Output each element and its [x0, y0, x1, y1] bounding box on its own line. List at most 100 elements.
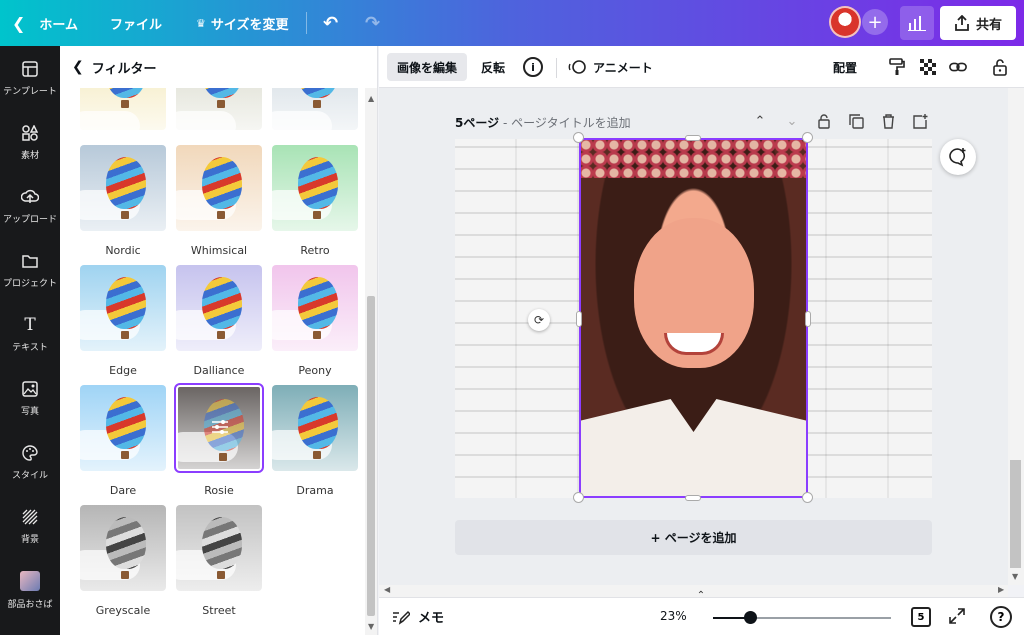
filter-tile[interactable]: Dalliance: [176, 265, 262, 377]
resize-button[interactable]: ♛ サイズを変更: [196, 0, 289, 46]
canvas-scroll-down-arrow-icon[interactable]: ▼: [1012, 572, 1018, 581]
hot-air-balloon-icon: [298, 277, 338, 329]
help-button[interactable]: ?: [990, 606, 1012, 628]
fullscreen-icon[interactable]: [948, 607, 966, 625]
sidebar-item-app[interactable]: 部品おさば: [0, 558, 60, 622]
sidebar-item-projects[interactable]: プロジェクト: [0, 238, 60, 302]
file-menu-button[interactable]: ファイル: [110, 0, 162, 46]
page-up-chevron-icon[interactable]: ⌃: [751, 112, 769, 130]
filter-thumbnail[interactable]: [272, 145, 358, 231]
lock-icon[interactable]: [991, 58, 1009, 76]
help-label: ?: [997, 610, 1005, 624]
resize-handle-top[interactable]: [685, 135, 701, 141]
filter-thumbnail[interactable]: [176, 145, 262, 231]
sidebar-item-label: テキスト: [12, 342, 48, 353]
resize-handle-right[interactable]: [805, 311, 811, 327]
resize-handle-top-right[interactable]: [802, 132, 813, 143]
rotate-icon[interactable]: ⟳: [528, 309, 550, 331]
resize-handle-bottom[interactable]: [685, 495, 701, 501]
duplicate-page-icon[interactable]: [847, 112, 865, 130]
filter-thumbnail[interactable]: [80, 88, 166, 130]
sidebar-item-styles[interactable]: スタイル: [0, 430, 60, 494]
filter-tile[interactable]: Rosie: [174, 383, 264, 497]
collapse-chevron-icon[interactable]: ⌃: [686, 590, 716, 601]
filter-tile[interactable]: Nordic: [80, 145, 166, 257]
share-button[interactable]: 共有: [940, 6, 1016, 40]
sidebar-item-templates[interactable]: テンプレート: [0, 46, 60, 110]
sidebar-item-label: プロジェクト: [2, 278, 57, 289]
resize-handle-top-left[interactable]: [573, 132, 584, 143]
animate-button[interactable]: アニメート: [567, 53, 653, 81]
home-button[interactable]: ❮ ホーム: [12, 0, 78, 46]
link-icon[interactable]: [949, 58, 967, 76]
resize-handle-left[interactable]: [576, 311, 582, 327]
balloon-basket: [121, 451, 129, 459]
canvas-scroll-right-arrow-icon[interactable]: ▶: [998, 585, 1004, 594]
add-page-icon[interactable]: [911, 112, 929, 130]
add-collaborator-button[interactable]: +: [862, 9, 888, 35]
top-bar: ❮ ホーム ファイル ♛ サイズを変更 ↶ ↷ + 共有: [0, 0, 1024, 46]
undo-icon[interactable]: ↶: [323, 0, 338, 46]
filter-tile[interactable]: Greyscale: [80, 505, 166, 617]
delete-page-icon[interactable]: [879, 112, 897, 130]
sidebar-item-background[interactable]: 背景: [0, 494, 60, 558]
page-lock-icon[interactable]: [815, 112, 833, 130]
filter-thumbnail[interactable]: [174, 383, 264, 473]
filter-thumbnail[interactable]: [80, 265, 166, 351]
balloon-basket: [313, 100, 321, 108]
sidebar-item-photos[interactable]: 写真: [0, 366, 60, 430]
redo-icon[interactable]: ↷: [365, 0, 380, 46]
balloon-basket: [121, 211, 129, 219]
sidebar-item-elements[interactable]: 素材: [0, 110, 60, 174]
filter-thumbnail[interactable]: [176, 505, 262, 591]
add-comment-button[interactable]: [940, 139, 976, 175]
filter-tile[interactable]: Retro: [272, 145, 358, 257]
filter-thumbnail[interactable]: [272, 265, 358, 351]
filter-tile[interactable]: Whimsical: [176, 145, 262, 257]
palette-icon: [21, 444, 39, 462]
transparency-icon[interactable]: [919, 58, 937, 76]
notes-button[interactable]: メモ: [392, 607, 444, 626]
adjust-sliders-icon[interactable]: [211, 419, 229, 439]
page-count-button[interactable]: 5: [911, 607, 931, 627]
filter-tile[interactable]: Street: [176, 505, 262, 617]
photo-icon: [21, 380, 39, 398]
canvas-scroll-left-arrow-icon[interactable]: ◀: [384, 585, 390, 594]
info-icon[interactable]: i: [523, 57, 543, 77]
scroll-down-arrow-icon[interactable]: ▼: [368, 622, 374, 631]
share-upload-icon: [955, 15, 969, 31]
sidebar-item-uploads[interactable]: アップロード: [0, 174, 60, 238]
canvas-vertical-scrollbar-thumb[interactable]: [1010, 460, 1021, 568]
filter-thumbnail[interactable]: [176, 265, 262, 351]
zoom-percentage[interactable]: 23%: [660, 609, 687, 623]
filter-thumbnail[interactable]: [272, 88, 358, 130]
add-page-button[interactable]: + ページを追加: [455, 520, 932, 555]
filter-thumbnail[interactable]: [80, 385, 166, 471]
resize-handle-bottom-left[interactable]: [573, 492, 584, 503]
filter-label: Retro: [300, 244, 330, 257]
filter-tile[interactable]: Peony: [272, 265, 358, 377]
filter-panel-header[interactable]: ❮ フィルター: [60, 46, 378, 88]
insights-button[interactable]: [900, 6, 934, 40]
page-title[interactable]: 5ページ - ページタイトルを追加: [455, 114, 631, 131]
flip-button[interactable]: 反転: [481, 53, 505, 81]
avatar[interactable]: [829, 6, 861, 38]
sidebar-item-text[interactable]: T テキスト: [0, 302, 60, 366]
filter-thumbnail[interactable]: [272, 385, 358, 471]
hot-air-balloon-icon: [106, 157, 146, 209]
paint-roller-icon[interactable]: [888, 58, 906, 76]
page-title-placeholder[interactable]: - ページタイトルを追加: [503, 116, 631, 130]
panel-scrollbar-thumb[interactable]: [367, 296, 375, 616]
position-button[interactable]: 配置: [833, 53, 857, 81]
resize-handle-bottom-right[interactable]: [802, 492, 813, 503]
filter-tile[interactable]: Drama: [272, 385, 358, 497]
edit-image-button[interactable]: 画像を編集: [387, 53, 468, 81]
filter-thumbnail[interactable]: [80, 505, 166, 591]
filter-thumbnail[interactable]: [80, 145, 166, 231]
page-down-chevron-icon[interactable]: ⌄: [783, 112, 801, 130]
app-thumb-icon: [20, 570, 40, 591]
filter-tile[interactable]: Edge: [80, 265, 166, 377]
filter-tile[interactable]: Dare: [80, 385, 166, 497]
scroll-up-arrow-icon[interactable]: ▲: [368, 94, 374, 103]
filter-thumbnail[interactable]: [176, 88, 262, 130]
